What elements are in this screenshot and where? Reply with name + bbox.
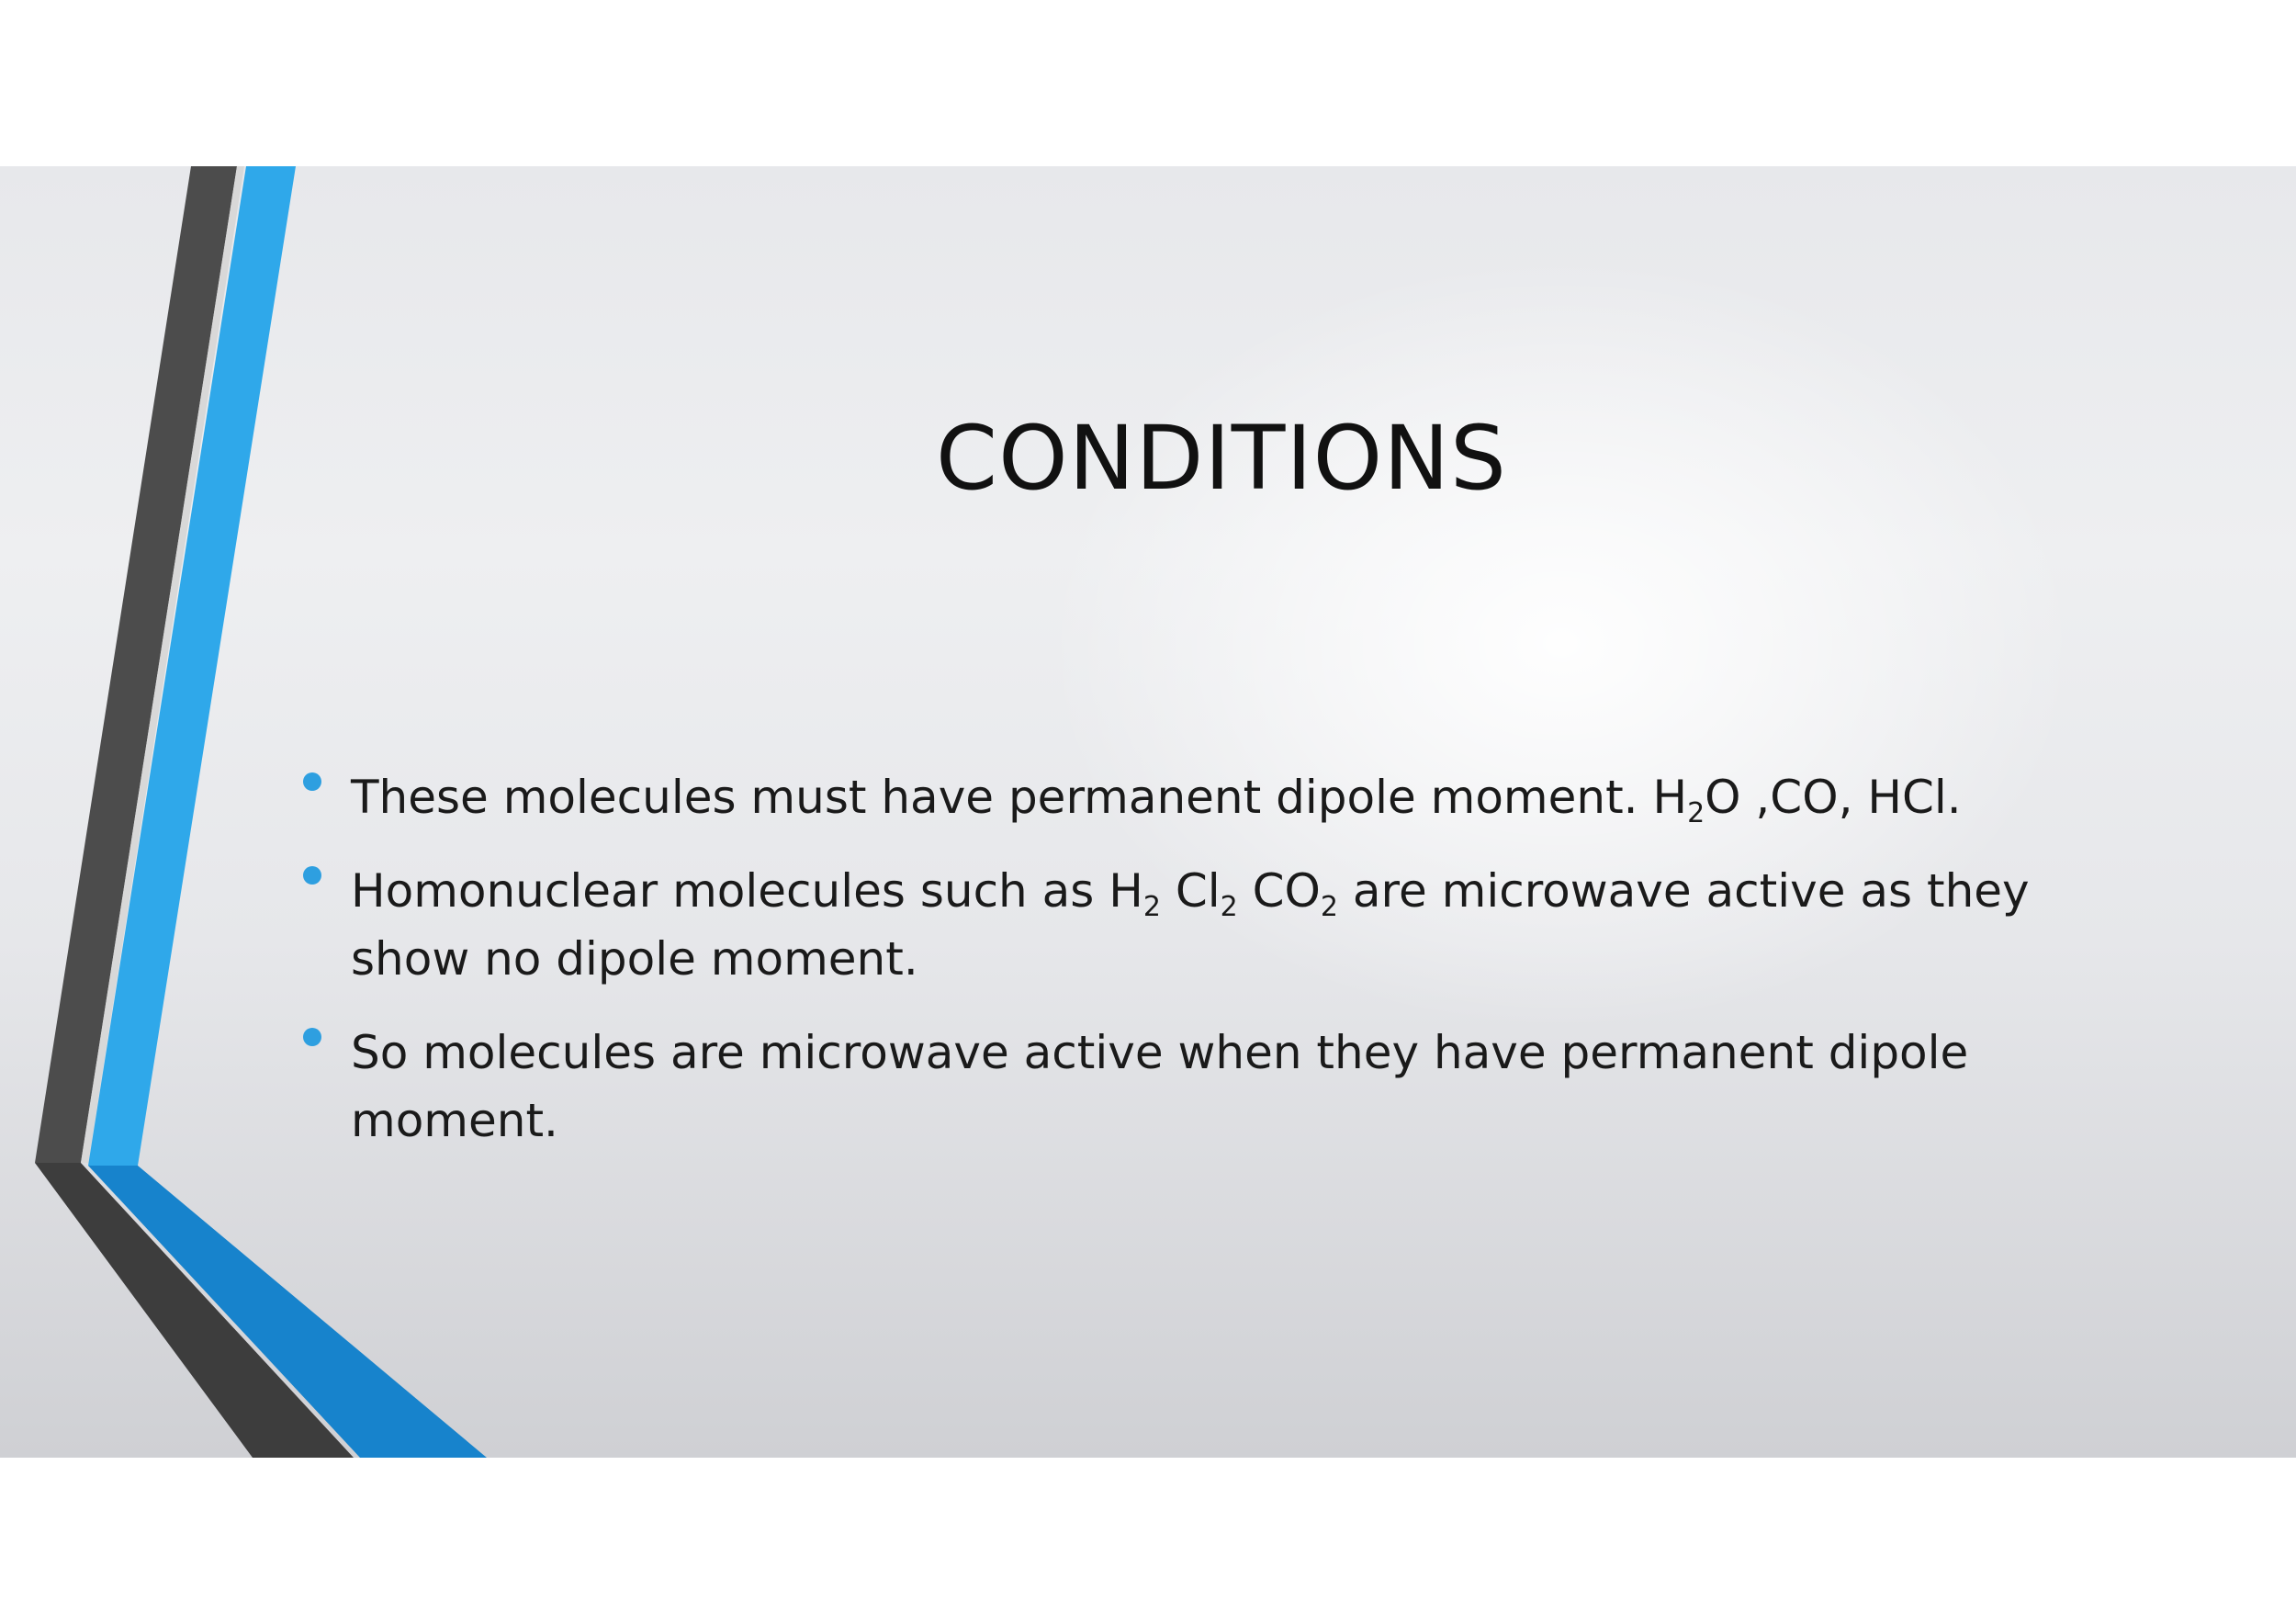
bullet-item: Homonuclear molecules such as H2 Cl2 CO2… xyxy=(294,857,2094,993)
bullet-dot-icon xyxy=(303,1028,321,1046)
bullet-dot-icon xyxy=(303,866,321,885)
bullet-text: So molecules are microwave active when t… xyxy=(351,1026,1968,1147)
text-run: These molecules must have permanent dipo… xyxy=(351,771,1688,824)
slide: CONDITIONS These molecules must have per… xyxy=(0,166,2296,1458)
subscript: 2 xyxy=(1220,891,1238,923)
text-run: CO xyxy=(1237,864,1321,918)
light-separator xyxy=(81,166,244,1163)
text-run: So molecules are microwave active when t… xyxy=(351,1026,1969,1147)
text-run: Homonuclear molecules such as H xyxy=(351,864,1143,918)
subscript: 2 xyxy=(1142,891,1161,923)
bullet-item: These molecules must have permanent dipo… xyxy=(294,763,2094,831)
text-run: Cl xyxy=(1160,864,1221,918)
slide-title: CONDITIONS xyxy=(936,407,1507,510)
bullet-text: These molecules must have permanent dipo… xyxy=(351,771,1962,828)
bullet-dot-icon xyxy=(303,772,321,791)
subscript: 2 xyxy=(1687,797,1705,829)
page: CONDITIONS These molecules must have per… xyxy=(0,0,2296,1623)
bullet-item: So molecules are microwave active when t… xyxy=(294,1019,2094,1155)
subscript: 2 xyxy=(1320,891,1338,923)
bullet-text: Homonuclear molecules such as H2 Cl2 CO2… xyxy=(351,864,2030,986)
text-run: O ,CO, HCl. xyxy=(1705,771,1962,824)
bullet-list: These molecules must have permanent dipo… xyxy=(294,763,2094,1180)
